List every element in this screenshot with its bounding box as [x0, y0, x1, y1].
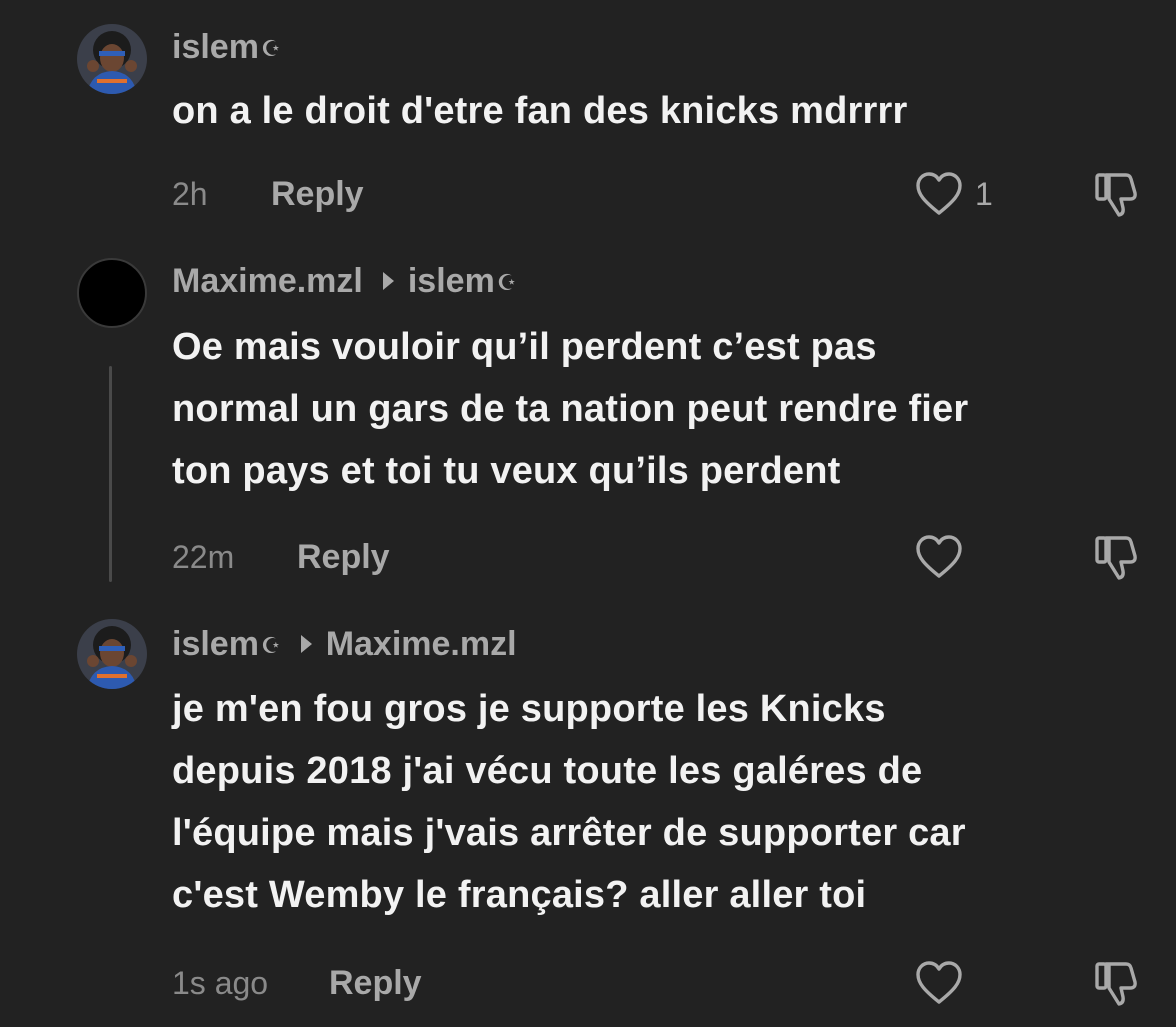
reply-arrow-icon — [300, 635, 312, 653]
heart-icon — [916, 172, 962, 215]
comment-author[interactable]: Maxime.mzl — [172, 261, 363, 301]
comment-timestamp: 22m — [172, 539, 235, 575]
crescent-star-icon: ☪ — [260, 633, 281, 658]
avatar-photo — [77, 24, 147, 94]
thumbs-down-icon — [1095, 962, 1137, 1006]
comment-text: on a le droit d'etre fan des knicks mdrr… — [172, 90, 908, 132]
crescent-star-icon: ☪ — [496, 270, 517, 295]
comment-1: islem ☪ on a le droit d'etre fan des kni… — [0, 0, 1176, 240]
reply-button[interactable]: Reply — [297, 537, 390, 577]
avatar[interactable] — [77, 619, 147, 689]
avatar[interactable] — [77, 24, 147, 94]
reply-arrow-icon — [382, 272, 394, 290]
comment-timestamp: 1s ago — [172, 965, 269, 1001]
dislike-button[interactable] — [1092, 533, 1144, 583]
dislike-button[interactable] — [1092, 170, 1144, 220]
heart-icon — [916, 535, 962, 578]
avatar-photo — [77, 619, 147, 689]
heart-icon — [916, 961, 962, 1004]
avatar[interactable] — [77, 258, 147, 328]
comment-text: Oe mais vouloir qu’il perdent c’est pas … — [172, 326, 969, 492]
crescent-star-icon: ☪ — [260, 36, 281, 61]
comment-author-row: islem ☪ — [172, 27, 281, 67]
reply-to-user[interactable]: islem — [408, 261, 495, 301]
like-button[interactable] — [914, 959, 964, 1007]
thumbs-down-icon — [1095, 536, 1137, 580]
comment-author-row: islem ☪ Maxime.mzl — [172, 624, 517, 664]
comment-author[interactable]: islem — [172, 27, 259, 67]
thread-line — [109, 366, 112, 582]
reply-button[interactable]: Reply — [329, 963, 422, 1003]
dislike-button[interactable] — [1092, 959, 1144, 1009]
reply-to-user[interactable]: Maxime.mzl — [326, 624, 517, 664]
comment-author-row: Maxime.mzl islem ☪ — [172, 261, 517, 301]
comment-author[interactable]: islem — [172, 624, 259, 664]
comment-text: je m'en fou gros je supporte les Knicks … — [172, 688, 966, 916]
like-button[interactable] — [914, 533, 964, 581]
like-button[interactable] — [914, 170, 964, 218]
thumbs-down-icon — [1095, 173, 1137, 217]
comment-2: Maxime.mzl islem ☪ Oe mais vouloir qu’il… — [0, 240, 1176, 600]
comment-3: islem ☪ Maxime.mzl je m'en fou gros je s… — [0, 600, 1176, 1027]
like-count: 1 — [975, 176, 993, 212]
comment-timestamp: 2h — [172, 176, 208, 212]
reply-button[interactable]: Reply — [271, 174, 364, 214]
